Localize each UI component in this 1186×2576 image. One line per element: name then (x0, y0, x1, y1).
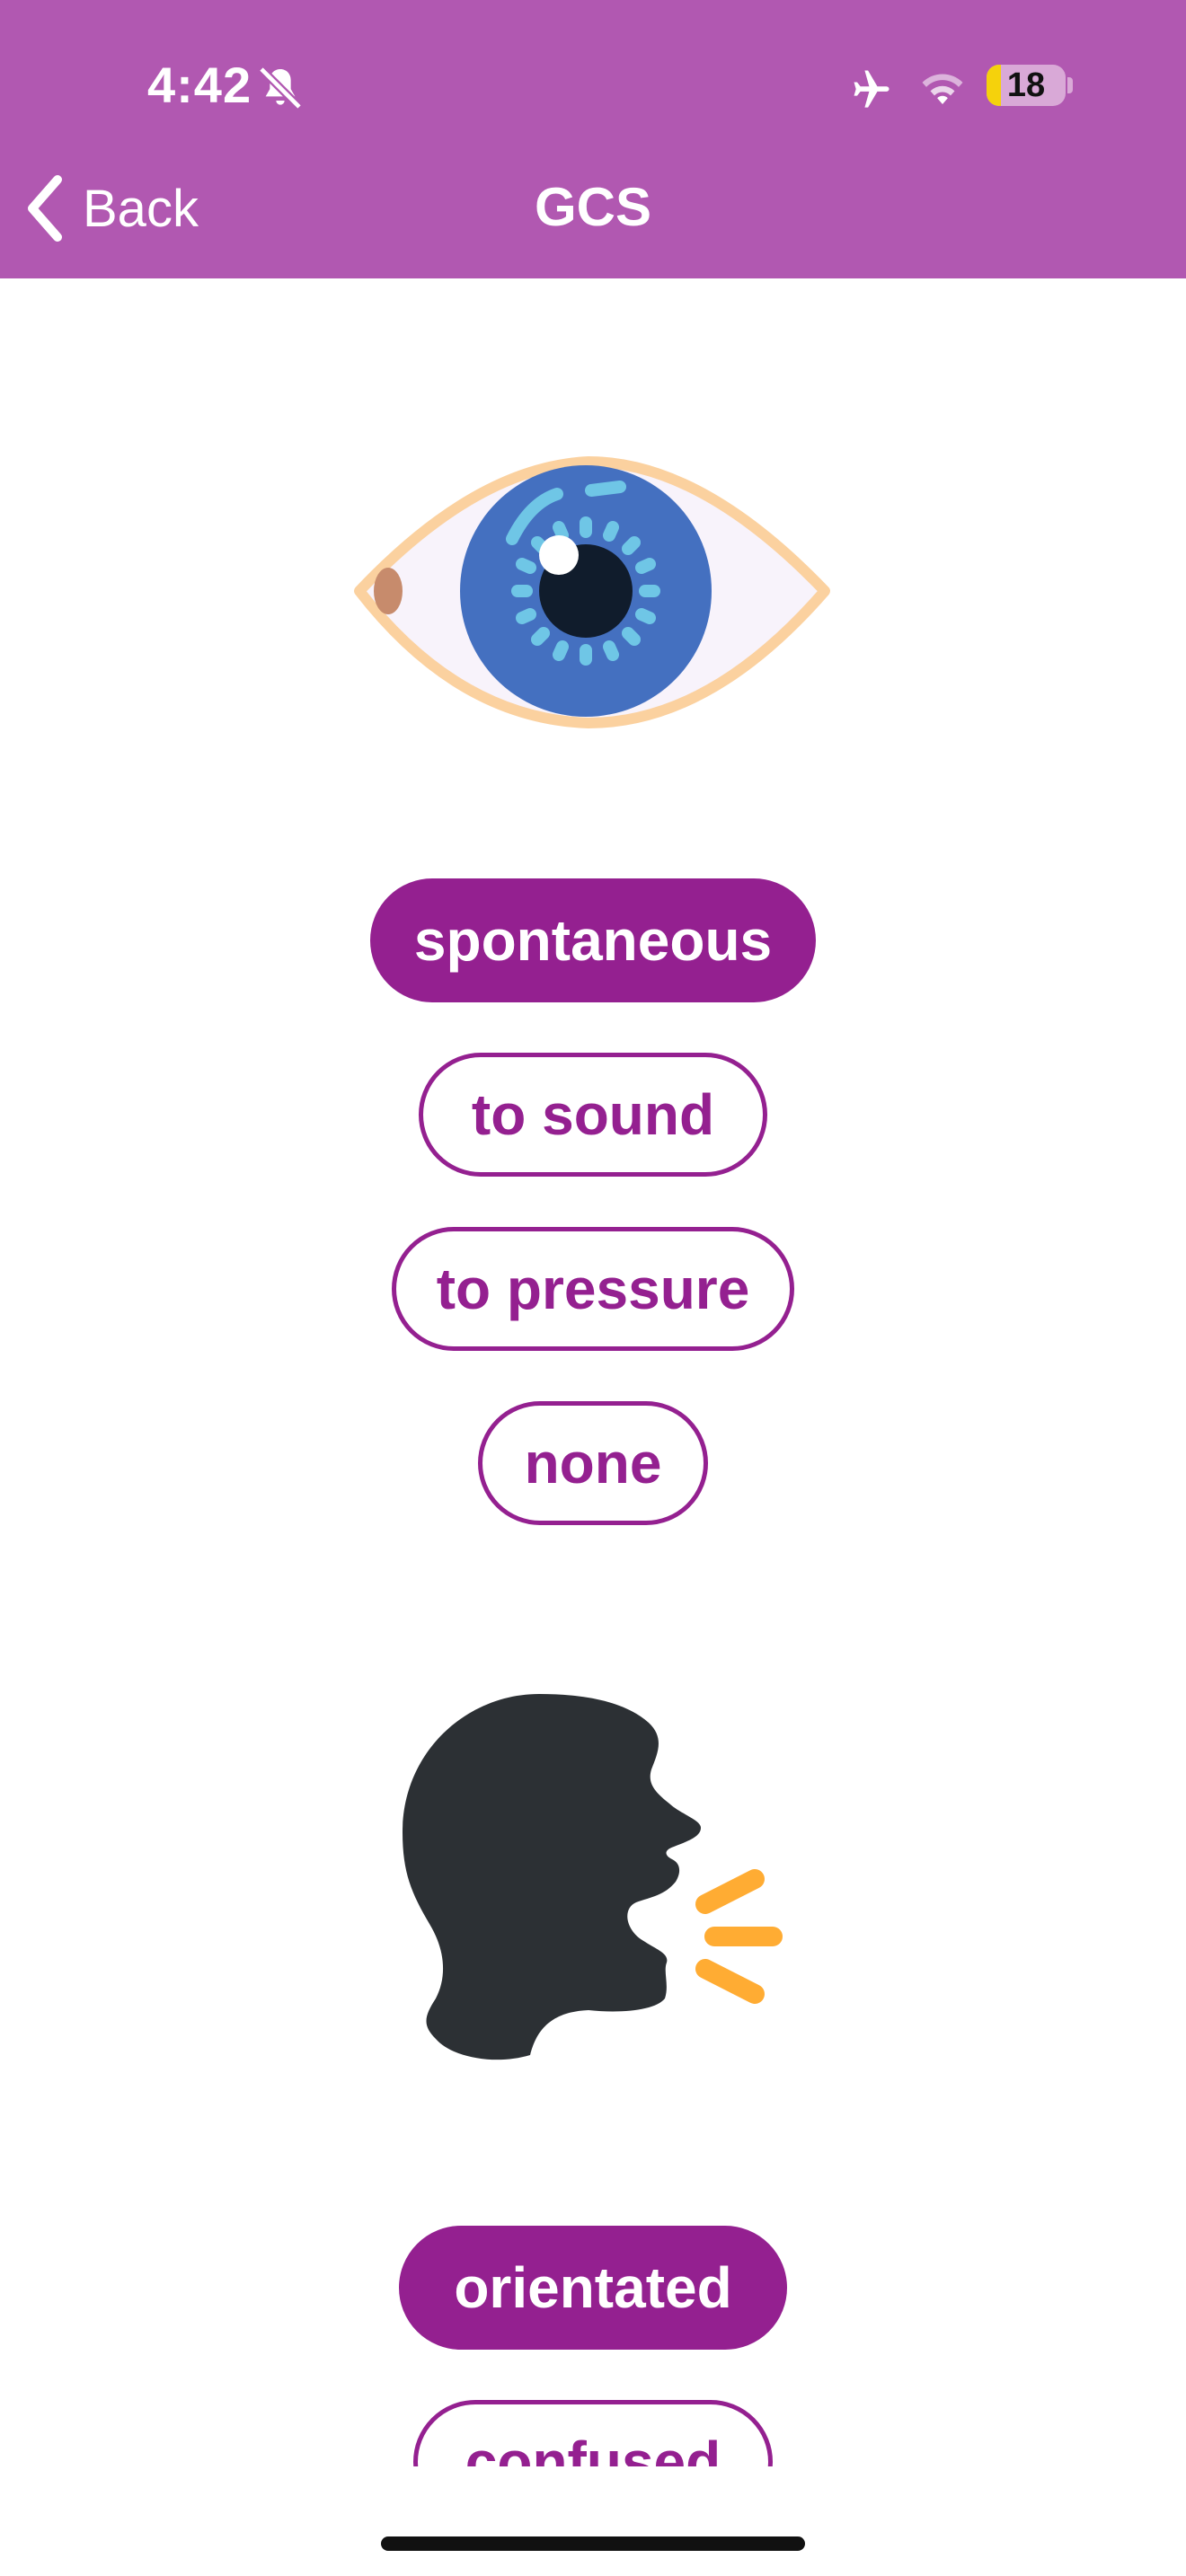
status-time: 4:42 (147, 57, 252, 113)
option-spontaneous[interactable]: spontaneous (370, 878, 816, 1002)
option-to-sound[interactable]: to sound (419, 1053, 767, 1177)
home-indicator[interactable] (381, 2536, 805, 2551)
wifi-icon (922, 74, 963, 104)
page-title: GCS (534, 177, 652, 237)
scroll-clip (0, 2466, 1186, 2576)
airplane-icon (854, 70, 890, 108)
battery-level: 18 (1006, 66, 1046, 104)
bell-slash-icon (258, 66, 303, 110)
nav-bar: 4:42 18 Back GCS (0, 0, 1186, 278)
speaking-head-icon (403, 1694, 783, 2060)
option-none[interactable]: none (478, 1401, 708, 1525)
battery-icon: 18 (987, 65, 1066, 106)
option-to-pressure[interactable]: to pressure (392, 1227, 794, 1351)
option-orientated[interactable]: orientated (399, 2226, 787, 2350)
eye-icon (354, 456, 830, 728)
